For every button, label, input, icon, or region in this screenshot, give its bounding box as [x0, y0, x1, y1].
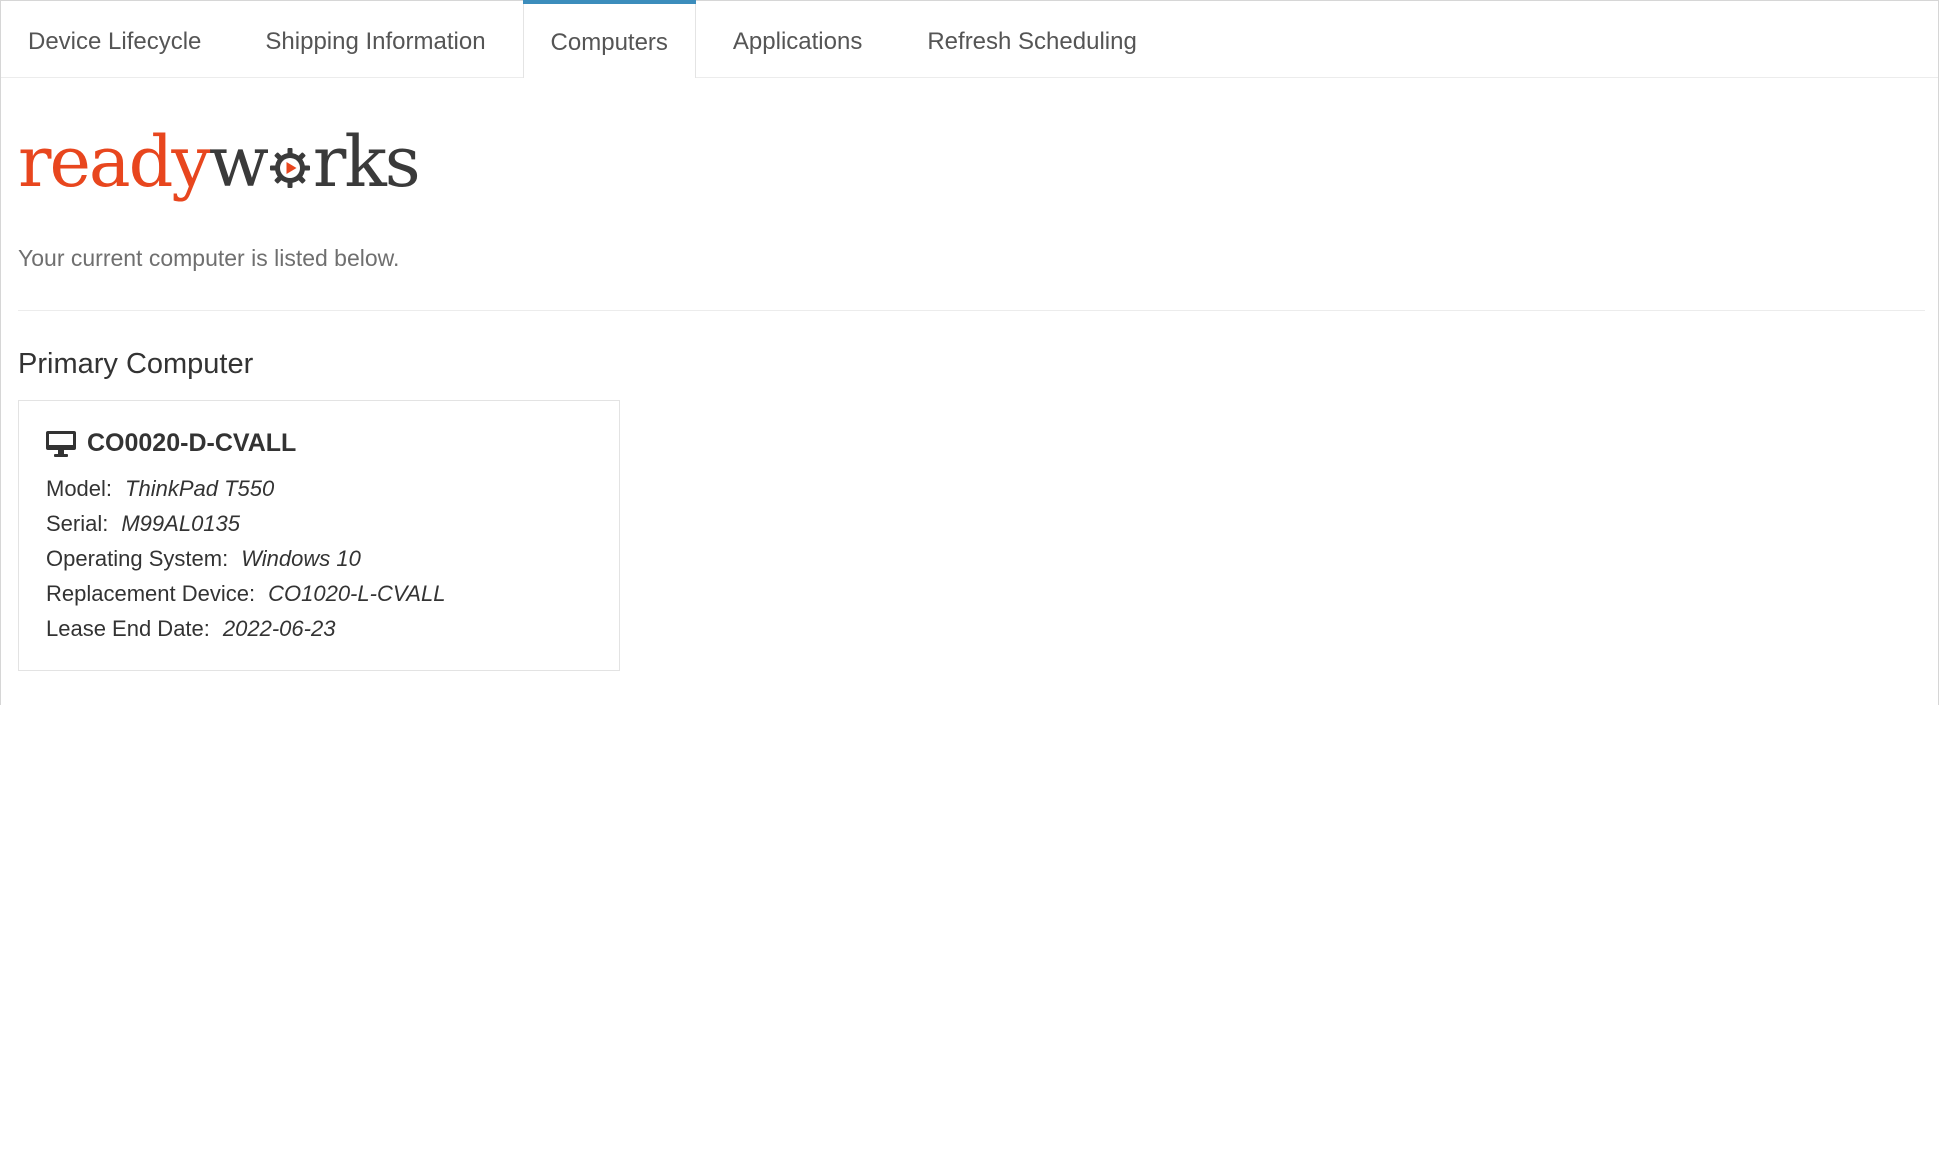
tab-bar: Device Lifecycle Shipping Information Co…	[1, 0, 1938, 78]
logo-text-works: w rks	[208, 121, 421, 203]
computer-card-title: CO0020-D-CVALL	[45, 429, 296, 458]
field-label: Serial:	[46, 511, 109, 536]
field-operating-system: Operating System: Windows 10	[46, 541, 445, 576]
app-frame: Device Lifecycle Shipping Information Co…	[0, 0, 1939, 705]
field-label: Lease End Date:	[46, 616, 210, 641]
field-model: Model: ThinkPad T550	[46, 471, 445, 506]
field-label: Replacement Device:	[46, 581, 256, 606]
divider	[18, 310, 1925, 311]
tab-refresh-scheduling[interactable]: Refresh Scheduling	[895, 1, 1167, 77]
logo-text-ready: ready	[18, 121, 211, 203]
computer-card: CO0020-D-CVALL Model: ThinkPad T550 Seria…	[18, 400, 620, 671]
monitor-icon	[46, 430, 76, 457]
tab-shipping-information[interactable]: Shipping Information	[232, 1, 522, 77]
field-replacement-device: Replacement Device: CO1020-L-CVALL	[46, 576, 445, 611]
field-value: ThinkPad T550	[125, 476, 275, 501]
field-label: Operating System:	[46, 546, 229, 571]
computer-name: CO0020-D-CVALL	[87, 429, 297, 457]
tab-device-lifecycle[interactable]: Device Lifecycle	[1, 1, 232, 77]
intro-text: Your current computer is listed below.	[18, 245, 400, 271]
field-value: 2022-06-23	[222, 616, 336, 641]
readyworks-logo: ready w rks	[18, 119, 421, 205]
field-lease-end-date: Lease End Date: 2022-06-23	[46, 611, 445, 646]
tab-applications[interactable]: Applications	[696, 1, 895, 77]
field-value: CO1020-L-CVALL	[268, 581, 446, 606]
computer-details: Model: ThinkPad T550 Serial: M99AL0135 Ope…	[46, 471, 445, 646]
section-title: Primary Computer	[18, 348, 254, 380]
tab-computers[interactable]: Computers	[522, 0, 697, 78]
field-value: Windows 10	[241, 546, 361, 571]
field-serial: Serial: M99AL0135	[46, 506, 445, 541]
field-value: M99AL0135	[121, 511, 241, 536]
gear-play-icon	[269, 148, 310, 188]
field-label: Model:	[46, 476, 113, 501]
